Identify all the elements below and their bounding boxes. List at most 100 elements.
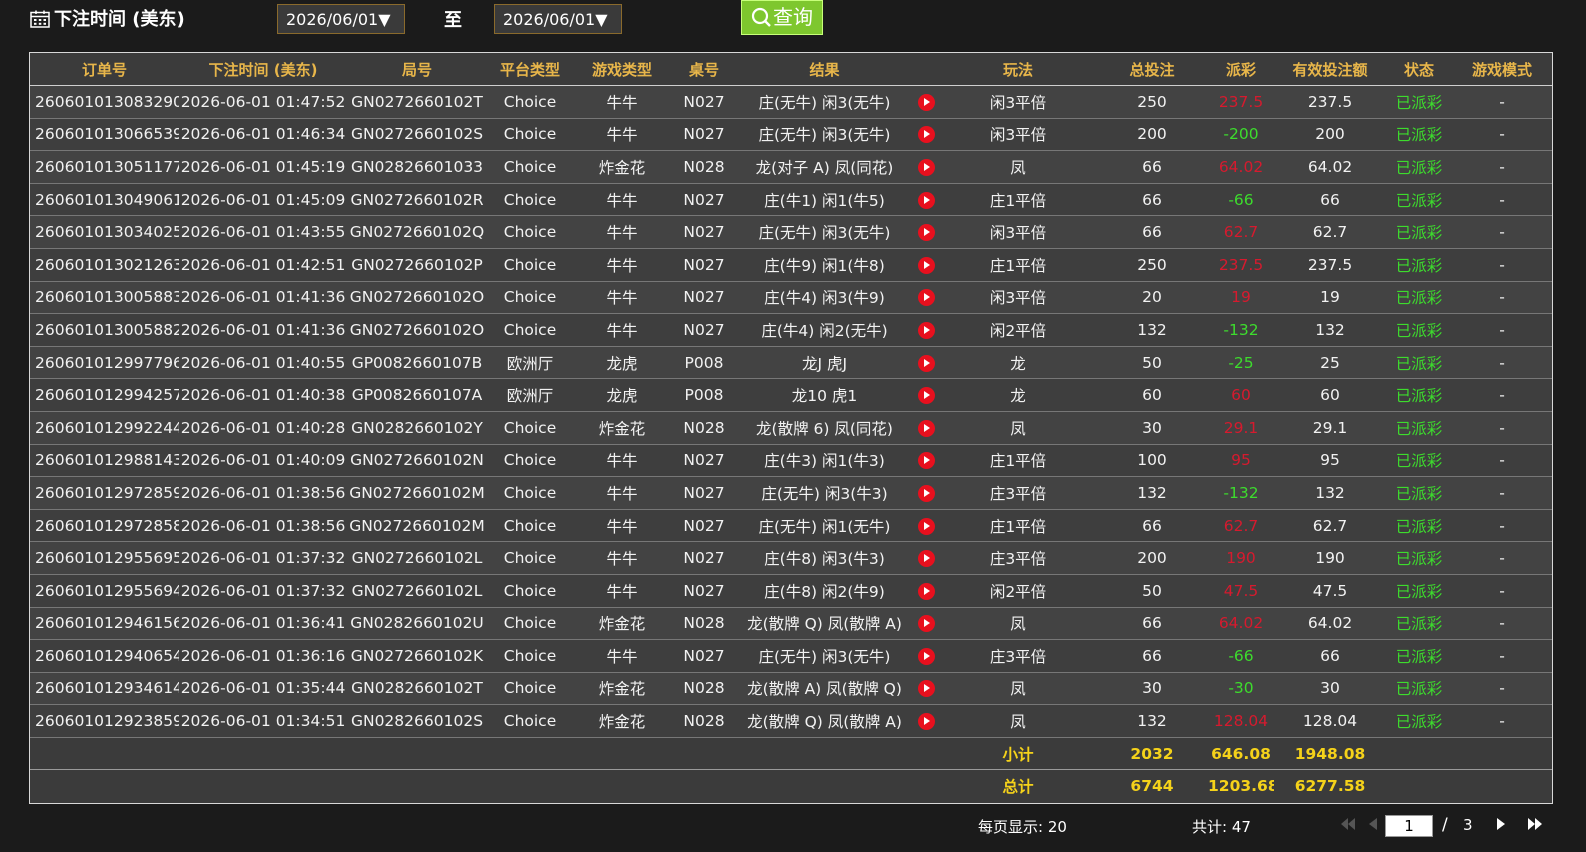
video-cell[interactable] (912, 346, 940, 380)
video-cell[interactable] (912, 639, 940, 673)
table-row: 260601013005883 2026-06-01 01:41:36 GN0272… (30, 281, 1552, 315)
video-cell[interactable] (912, 476, 940, 510)
play-video-icon[interactable] (917, 517, 935, 535)
video-cell[interactable] (912, 183, 940, 217)
result: 庄(牛4) 闲3(牛9) (737, 281, 912, 315)
valid-bet: 132 (1274, 313, 1386, 347)
video-cell[interactable] (912, 215, 940, 249)
table-no: N027 (671, 85, 737, 119)
play-video-icon[interactable] (917, 387, 935, 405)
play-video-icon[interactable] (917, 354, 935, 372)
bet-time: 2026-06-01 01:35:44 (179, 672, 347, 706)
grandtotal-row-payout: 1203.68 (1208, 769, 1274, 803)
play-video-icon[interactable] (917, 126, 935, 144)
search-icon (751, 7, 771, 27)
play-video-icon[interactable] (917, 256, 935, 274)
round-no: GN0282660102Y (347, 411, 487, 445)
total-bet: 200 (1096, 541, 1208, 575)
video-cell[interactable] (912, 607, 940, 641)
status: 已派彩 (1386, 150, 1452, 184)
result: 庄(无牛) 闲3(无牛) (737, 215, 912, 249)
bet-time: 2026-06-01 01:46:34 (179, 118, 347, 152)
payout: 64.02 (1208, 150, 1274, 184)
result: 庄(无牛) 闲3(无牛) (737, 118, 912, 152)
last-page-icon[interactable] (1527, 818, 1543, 830)
table-no: P008 (671, 378, 737, 412)
video-cell[interactable] (912, 118, 940, 152)
video-cell[interactable] (912, 509, 940, 543)
table-no: N028 (671, 150, 737, 184)
header-order-no: 订单号 (30, 53, 179, 86)
video-cell[interactable] (912, 313, 940, 347)
video-cell[interactable] (912, 574, 940, 608)
video-cell[interactable] (912, 444, 940, 478)
subtotal-row-valid: 1948.08 (1274, 737, 1386, 771)
game-mode: - (1452, 281, 1552, 315)
page-number-input[interactable] (1385, 815, 1433, 837)
payout: 62.7 (1208, 509, 1274, 543)
first-page-icon[interactable] (1340, 818, 1356, 830)
platform-type: Choice (487, 574, 573, 608)
total-bet: 100 (1096, 444, 1208, 478)
subtotal-row-label: 小计 (940, 737, 1096, 771)
video-cell[interactable] (912, 672, 940, 706)
game-mode: - (1452, 150, 1552, 184)
round-no: GN0272660102Q (347, 215, 487, 249)
play-video-icon[interactable] (917, 93, 935, 111)
play-video-icon[interactable] (917, 680, 935, 698)
play-video-icon[interactable] (917, 582, 935, 600)
header-table-no: 桌号 (671, 53, 737, 86)
platform-type: Choice (487, 509, 573, 543)
table-row: 260601012955694 2026-06-01 01:37:32 GN0272… (30, 574, 1552, 608)
video-cell[interactable] (912, 248, 940, 282)
result: 龙(散牌 Q) 凤(散牌 A) (737, 607, 912, 641)
platform-type: 欧洲厅 (487, 378, 573, 412)
play-video-icon[interactable] (917, 615, 935, 633)
round-no: GN0272660102R (347, 183, 487, 217)
game-type: 牛牛 (573, 183, 671, 217)
video-cell[interactable] (912, 281, 940, 315)
page-separator: / (1442, 815, 1448, 835)
valid-bet: 25 (1274, 346, 1386, 380)
video-cell[interactable] (912, 411, 940, 445)
video-cell[interactable] (912, 541, 940, 575)
platform-type: Choice (487, 281, 573, 315)
video-cell[interactable] (912, 150, 940, 184)
game-type: 牛牛 (573, 476, 671, 510)
table-row: 260601013005882 2026-06-01 01:41:36 GN0272… (30, 313, 1552, 347)
result: 庄(牛8) 闲2(牛9) (737, 574, 912, 608)
next-page-icon[interactable] (1496, 818, 1506, 830)
status: 已派彩 (1386, 85, 1452, 119)
payout: 19 (1208, 281, 1274, 315)
total-bet: 60 (1096, 378, 1208, 412)
valid-bet: 29.1 (1274, 411, 1386, 445)
play-video-icon[interactable] (917, 289, 935, 307)
table-no: N027 (671, 118, 737, 152)
play-video-icon[interactable] (917, 321, 935, 339)
video-cell[interactable] (912, 378, 940, 412)
play-video-icon[interactable] (917, 158, 935, 176)
table-no: N027 (671, 574, 737, 608)
play-video-icon[interactable] (917, 484, 935, 502)
table-row: 260601013021263 2026-06-01 01:42:51 GN0272… (30, 248, 1552, 282)
play-video-icon[interactable] (917, 647, 935, 665)
table-no: N027 (671, 281, 737, 315)
query-button[interactable]: 查询 (741, 0, 823, 35)
play-video-icon[interactable] (917, 452, 935, 470)
end-date-select[interactable]: 2026/06/01▼ (494, 4, 622, 34)
play-video-icon[interactable] (917, 550, 935, 568)
play-video-icon[interactable] (917, 419, 935, 437)
video-cell[interactable] (912, 85, 940, 119)
prev-page-icon[interactable] (1368, 818, 1378, 830)
per-page-label: 每页显示: 20 (978, 818, 1067, 836)
play-type: 凤 (940, 607, 1096, 641)
header-platform: 平台类型 (487, 53, 573, 86)
result: 庄(牛4) 闲2(无牛) (737, 313, 912, 347)
video-cell[interactable] (912, 704, 940, 738)
table-row: 260601013051177 2026-06-01 01:45:19 GN0282… (30, 150, 1552, 184)
play-video-icon[interactable] (917, 191, 935, 209)
play-video-icon[interactable] (917, 713, 935, 731)
start-date-select[interactable]: 2026/06/01▼ (277, 4, 405, 34)
play-video-icon[interactable] (917, 224, 935, 242)
bet-time: 2026-06-01 01:38:56 (179, 509, 347, 543)
